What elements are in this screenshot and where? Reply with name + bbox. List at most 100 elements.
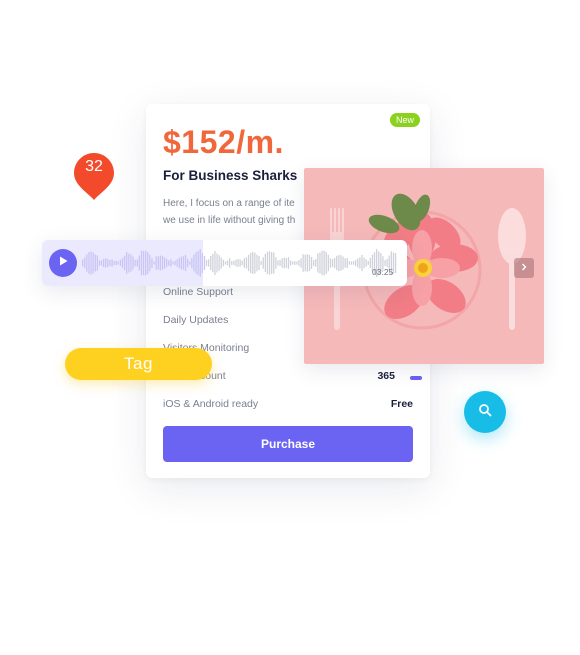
waveform-bar (205, 259, 208, 267)
waveform-bar (226, 260, 229, 266)
waveform-bar (239, 259, 241, 267)
waveform-bar (201, 252, 203, 274)
waveform-bar (355, 260, 357, 266)
feature-value: 365 (377, 370, 395, 382)
waveform-bar (352, 261, 355, 265)
waveform-bar (180, 256, 182, 270)
waveform-bar (277, 260, 279, 266)
waveform-bar (212, 253, 214, 273)
waveform-bar (92, 252, 94, 274)
waveform-bar (342, 256, 344, 270)
waveform-bar (241, 260, 243, 266)
purchase-button[interactable]: Purchase (163, 426, 413, 462)
waveform-bar (224, 261, 227, 265)
waveform-bar (334, 257, 336, 269)
waveform-bar (82, 259, 84, 267)
plan-description: Here, I focus on a range of ite we use i… (163, 195, 313, 229)
audio-player[interactable]: 03:25 (42, 240, 407, 286)
waveform-bar (168, 260, 170, 266)
waveform-bar (163, 257, 166, 269)
waveform-bar (105, 258, 107, 268)
waveform-bar (109, 259, 111, 267)
waveform-bar (300, 258, 302, 268)
audio-time: 03:25 (372, 267, 394, 277)
waveform-bar (338, 254, 340, 272)
waveform-bar (216, 253, 218, 273)
play-button[interactable] (49, 249, 77, 277)
feature-label: Online Support (163, 286, 234, 298)
waveform-bar (166, 258, 168, 268)
waveform-bar (203, 255, 206, 271)
waveform-bar (348, 261, 350, 265)
notification-count: 32 (85, 158, 103, 175)
waveform-bar (275, 257, 277, 269)
waveform-bar (325, 252, 327, 274)
scroll-indicator[interactable] (410, 376, 422, 380)
waveform-bar (306, 254, 308, 272)
waveform-bar (243, 258, 245, 268)
waveform-bar (292, 261, 294, 265)
waveform-bar (111, 259, 113, 267)
waveform-bar (178, 257, 180, 269)
waveform-bar (229, 258, 231, 268)
waveform-bar (363, 257, 365, 269)
waveform-bar (361, 254, 363, 272)
waveform-bar (289, 260, 292, 266)
waveform-bar (119, 259, 122, 267)
waveform-bar (136, 259, 138, 267)
waveform-bar (100, 260, 103, 266)
waveform-bar (394, 253, 397, 273)
waveform-bar (130, 254, 132, 272)
waveform-bar (233, 260, 235, 266)
waveform-bar (84, 257, 86, 269)
waveform-bar (193, 254, 195, 272)
waveform-bar (140, 250, 143, 276)
waveform-bar (142, 250, 145, 276)
waveform-bar (294, 261, 296, 265)
search-button[interactable] (464, 391, 506, 433)
waveform-bar (250, 252, 252, 274)
waveform-bar (279, 260, 281, 266)
waveform-bar (128, 253, 130, 273)
waveform-bar (252, 252, 254, 274)
waveform-bar (113, 260, 115, 266)
waveform[interactable] (82, 246, 402, 280)
waveform-bar (310, 256, 313, 270)
waveform-bar (262, 257, 264, 269)
waveform-bar (344, 258, 346, 268)
waveform-bar (184, 254, 187, 272)
waveform-bar (271, 252, 273, 274)
waveform-bar (218, 255, 220, 271)
waveform-bar (149, 254, 151, 272)
waveform-bar (323, 250, 325, 276)
waveform-bar (182, 256, 185, 270)
waveform-bar (134, 259, 136, 267)
waveform-bar (88, 252, 90, 274)
waveform-bar (254, 252, 256, 274)
waveform-bar (327, 254, 329, 272)
waveform-bar (308, 254, 311, 272)
feature-value: Free (390, 398, 413, 410)
waveform-bar (153, 261, 155, 265)
waveform-bar (220, 257, 222, 269)
waveform-bar (189, 261, 191, 265)
waveform-bar (126, 252, 128, 274)
waveform-bar (231, 261, 233, 265)
plan-name: For Business Sharks (163, 168, 298, 183)
waveform-bar (147, 252, 149, 274)
new-badge: New (390, 113, 420, 127)
price-label: $152/m. (163, 124, 284, 160)
waveform-bar (331, 259, 334, 267)
waveform-bar (283, 257, 285, 269)
waveform-bar (94, 254, 96, 272)
waveform-bar (256, 254, 258, 272)
next-image-button[interactable] (514, 258, 534, 278)
waveform-bar (155, 256, 157, 270)
waveform-bar (281, 258, 283, 268)
tag-chip[interactable]: Tag (65, 348, 212, 380)
waveform-bar (103, 258, 105, 268)
waveform-bar (319, 252, 321, 274)
waveform-bar (298, 260, 300, 266)
waveform-bar (195, 252, 197, 274)
waveform-bar (145, 250, 147, 276)
